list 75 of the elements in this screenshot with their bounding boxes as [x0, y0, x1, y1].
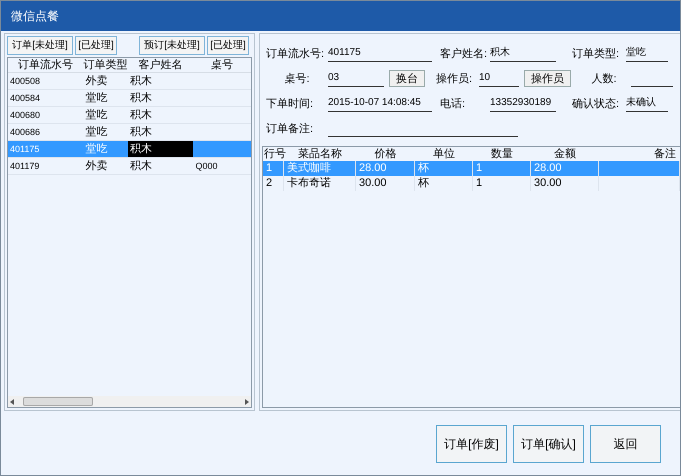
field-label: 客户姓名: [440, 46, 488, 62]
column-header[interactable]: 桌号 [193, 58, 251, 72]
field-label: 订单备注: [266, 122, 314, 137]
column-header[interactable]: 备注 [599, 147, 680, 161]
scrollbar-thumb[interactable] [23, 397, 93, 406]
table-cell: 外卖 [85, 160, 108, 172]
table-cell: 400584 [10, 93, 40, 103]
column-header[interactable]: 订单类型 [83, 58, 128, 72]
action-button[interactable]: 返回 [590, 425, 661, 463]
scroll-left-icon[interactable] [10, 398, 15, 404]
column-header[interactable]: 客户姓名 [128, 58, 194, 72]
table-cell: 堂吃 [85, 126, 108, 138]
table-cell: 积木 [130, 75, 152, 87]
table-cell: 外卖 [85, 75, 108, 87]
field-label: 确认状态: [572, 96, 620, 112]
scroll-right-icon[interactable] [244, 398, 249, 404]
table-cell: 1 [476, 162, 482, 174]
table-cell: 1 [476, 177, 482, 189]
table-cell: 堂吃 [85, 143, 108, 155]
table-cell: 401175 [10, 144, 40, 154]
table-cell: 400680 [10, 110, 40, 120]
column-header[interactable]: 价格 [356, 147, 415, 161]
column-header[interactable]: 单位 [415, 147, 473, 161]
field-value[interactable]: 10 [479, 70, 519, 87]
table-cell: 2 [266, 177, 272, 189]
field-label: 桌号: [283, 72, 311, 87]
table-cell: 积木 [130, 109, 152, 121]
table-cell: 积木 [130, 126, 152, 138]
field-label: 操作员: [434, 72, 474, 87]
table-cell: 28.00 [534, 162, 562, 174]
field-value[interactable]: 401175 [328, 45, 432, 62]
field-label: 订单流水号: [266, 46, 326, 62]
table-cell: 积木 [130, 160, 152, 172]
table-cell: 杯 [418, 177, 429, 189]
column-header[interactable]: 订单流水号 [8, 58, 84, 72]
table-cell: 杯 [418, 162, 429, 174]
table-cell: 1 [266, 162, 272, 174]
field-value[interactable]: 积木 [490, 45, 556, 62]
column-header[interactable]: 数量 [473, 147, 531, 161]
table-cell: 400508 [10, 76, 40, 86]
table-cell: 积木 [130, 92, 152, 104]
field-value[interactable]: 03 [328, 70, 384, 87]
table-cell: 400686 [10, 127, 40, 137]
table-cell: 堂吃 [85, 92, 108, 104]
table-cell: 30.00 [534, 177, 562, 189]
table-cell: 卡布奇诺 [287, 177, 331, 189]
field-value[interactable]: 堂吃 [626, 45, 668, 62]
table-cell: Q000 [195, 161, 218, 171]
table-cell: 美式咖啡 [287, 162, 331, 174]
table-cell: 积木 [130, 143, 152, 155]
field-value[interactable]: 未确认 [626, 95, 668, 112]
column-header[interactable]: 行号 [263, 147, 284, 161]
column-header[interactable]: 金额 [531, 147, 599, 161]
filter-button[interactable]: [已处理] [75, 36, 117, 55]
field-label: 人数: [590, 72, 618, 87]
filter-button[interactable]: 预订[未处理] [139, 36, 205, 55]
window-title: 微信点餐 [11, 8, 59, 25]
field-label: 订单类型: [572, 47, 620, 62]
item-table[interactable]: 行号 菜品名称 价格 单位 数量 金额 备注 1 美式咖啡 28.00 杯 1 28.00 2 卡布奇诺 30.00 杯 1 30.00 [262, 146, 680, 408]
field-value[interactable]: 13352930189 [490, 95, 556, 112]
table-cell: 28.00 [359, 162, 387, 174]
action-button[interactable]: 订单[确认] [513, 425, 584, 463]
field-label: 下单时间: [266, 97, 314, 112]
column-header[interactable]: 菜品名称 [284, 147, 356, 161]
filter-button[interactable]: 订单[未处理] [7, 36, 73, 55]
action-button[interactable]: 订单[作废] [436, 425, 507, 463]
table-cell: 401179 [10, 161, 40, 171]
field-label: 电话: [440, 97, 466, 112]
field-value[interactable]: 2015-10-07 14:08:45 [328, 95, 432, 112]
order-list[interactable]: 订单流水号 订单类型 客户姓名 桌号 400508 外卖 积木 400584 堂吃 积木 400680 堂吃 积木 400686 堂吃 积木 401175 堂吃 积木 401179 外卖 积木 Q000 [7, 57, 252, 408]
table-cell: 30.00 [359, 177, 387, 189]
field-button[interactable]: 换台 [389, 70, 425, 87]
filter-button[interactable]: [已处理] [207, 36, 249, 55]
field-button[interactable]: 操作员 [524, 70, 571, 87]
table-cell: 堂吃 [85, 109, 108, 121]
